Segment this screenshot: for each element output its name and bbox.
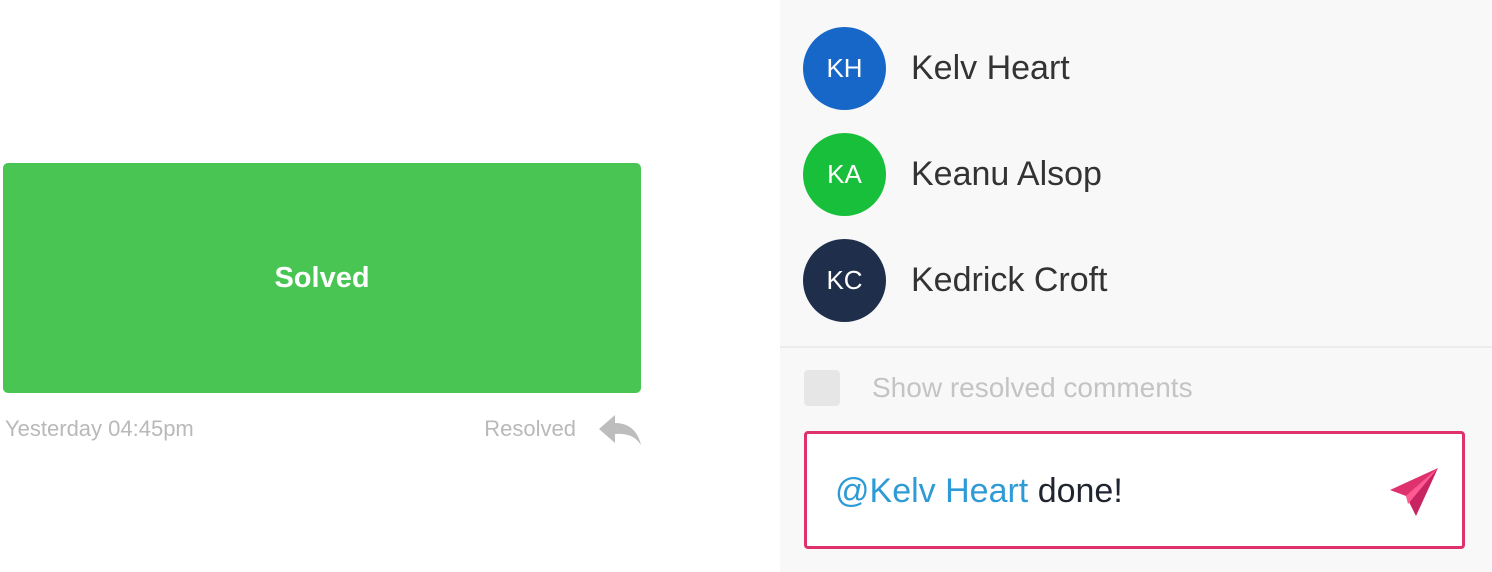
send-paper-plane-icon[interactable] xyxy=(1386,464,1442,520)
mention-name: Kedrick Croft xyxy=(911,260,1108,299)
show-resolved-checkbox[interactable] xyxy=(804,370,840,406)
mention-token: @Kelv Heart xyxy=(835,472,1029,510)
mention-suggestions: KH Kelv Heart KA Keanu Alsop KC Kedrick … xyxy=(780,0,1492,346)
comment-meta: Yesterday 04:45pm Resolved xyxy=(3,412,643,448)
comment-body-text: Solved xyxy=(274,261,370,294)
page: Solved Yesterday 04:45pm Resolved KH Kel… xyxy=(0,0,1492,572)
mention-option-kelv-heart[interactable]: KH Kelv Heart xyxy=(803,26,1463,110)
mention-panel: KH Kelv Heart KA Keanu Alsop KC Kedrick … xyxy=(780,0,1492,572)
resolved-comment: Solved Yesterday 04:45pm Resolved xyxy=(0,0,780,572)
avatar: KH xyxy=(803,26,886,110)
reply-arrow-icon[interactable] xyxy=(597,412,643,448)
comment-composer[interactable]: @Kelv Heart done! xyxy=(804,431,1465,549)
mention-option-kedrick-croft[interactable]: KC Kedrick Croft xyxy=(803,238,1463,322)
divider xyxy=(780,346,1492,348)
comment-status: Resolved xyxy=(484,416,576,441)
avatar: KC xyxy=(803,238,886,322)
comment-body: Solved xyxy=(3,163,641,393)
mention-name: Kelv Heart xyxy=(911,48,1070,87)
comment-timestamp: Yesterday 04:45pm xyxy=(5,416,194,441)
comment-input-text: done! xyxy=(1028,472,1123,510)
mention-name: Keanu Alsop xyxy=(911,154,1102,193)
show-resolved-toggle[interactable]: Show resolved comments xyxy=(804,369,1193,407)
comment-input[interactable]: @Kelv Heart done! xyxy=(835,472,1123,511)
mention-option-keanu-alsop[interactable]: KA Keanu Alsop xyxy=(803,132,1463,216)
avatar: KA xyxy=(803,132,886,216)
show-resolved-label: Show resolved comments xyxy=(872,372,1193,403)
